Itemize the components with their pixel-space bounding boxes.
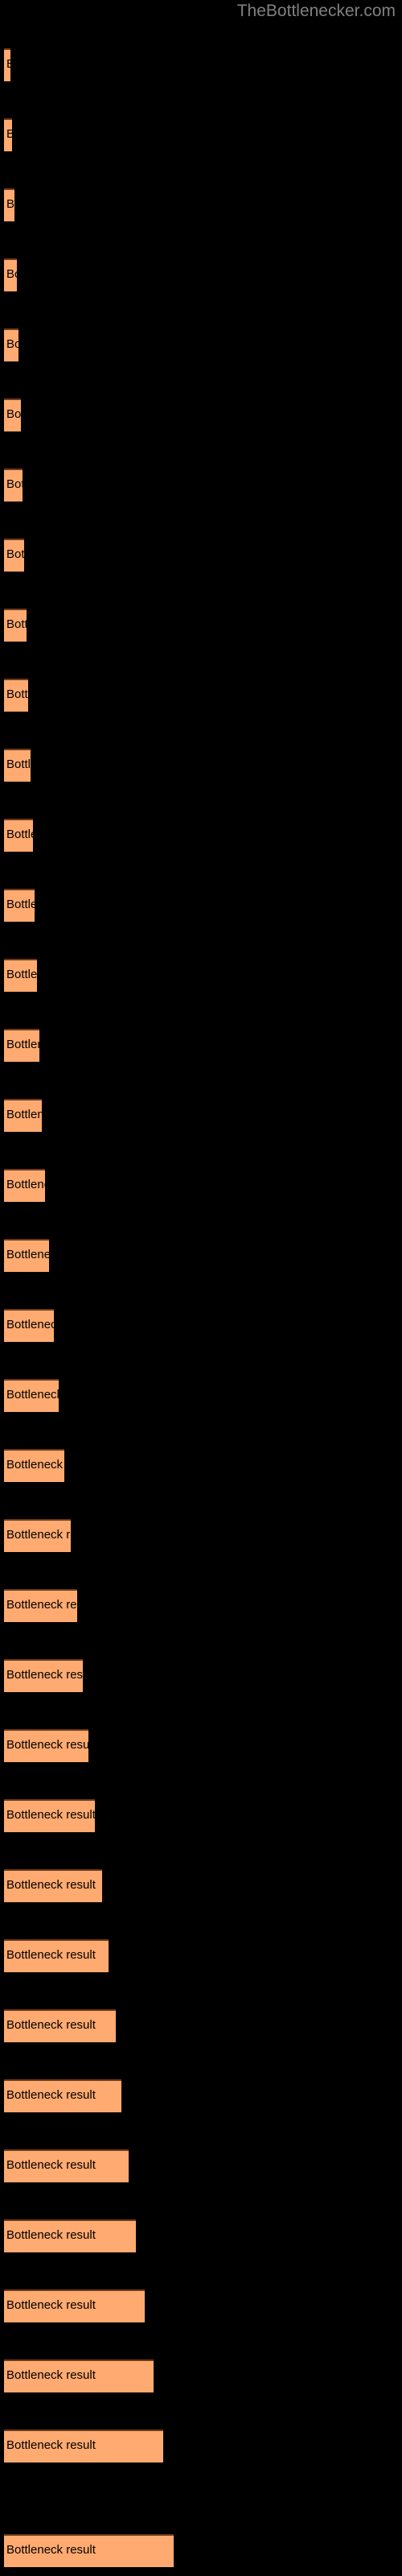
bar[interactable]	[4, 539, 24, 572]
bar-label: Bottleneck result	[6, 267, 96, 281]
bar[interactable]	[4, 1169, 45, 1202]
bottleneck-bar-chart: Bottleneck result Bottleneck result Bottle…	[0, 0, 402, 2576]
bar[interactable]	[4, 2079, 121, 2112]
bar[interactable]	[4, 2219, 136, 2252]
bar-label: Bottleneck result	[6, 127, 96, 141]
bar[interactable]	[4, 819, 33, 852]
bar-label: Bottleneck result	[6, 57, 96, 71]
bar[interactable]	[4, 2149, 129, 2182]
bar[interactable]	[4, 679, 28, 712]
bar[interactable]	[4, 48, 10, 81]
bar[interactable]	[4, 1729, 88, 1762]
bar[interactable]	[4, 398, 21, 431]
bar[interactable]	[4, 1869, 102, 1902]
bar[interactable]	[4, 1799, 95, 1832]
bar[interactable]	[4, 2009, 116, 2042]
bar[interactable]	[4, 889, 35, 922]
bar[interactable]	[4, 749, 31, 782]
bar[interactable]	[4, 1939, 109, 1972]
bar[interactable]	[4, 118, 12, 151]
bar[interactable]	[4, 1309, 54, 1342]
bar[interactable]	[4, 469, 23, 502]
bar[interactable]	[4, 1029, 39, 1062]
bar[interactable]	[4, 328, 18, 361]
bar[interactable]	[4, 959, 37, 992]
bar[interactable]	[4, 2359, 154, 2392]
bar[interactable]	[4, 2289, 145, 2322]
bar[interactable]	[4, 258, 17, 291]
bar[interactable]	[4, 2534, 174, 2567]
bar[interactable]	[4, 1239, 49, 1272]
bar-label: Bottleneck result	[6, 197, 96, 211]
bar[interactable]	[4, 188, 14, 221]
bar[interactable]	[4, 1589, 77, 1622]
bar[interactable]	[4, 2429, 163, 2462]
bar[interactable]	[4, 609, 27, 642]
bar[interactable]	[4, 1449, 64, 1482]
bar[interactable]	[4, 1099, 42, 1132]
bar-label: Bottleneck result	[6, 337, 96, 351]
bar[interactable]	[4, 1379, 59, 1412]
bar[interactable]	[4, 1519, 71, 1552]
bar[interactable]	[4, 1659, 83, 1692]
